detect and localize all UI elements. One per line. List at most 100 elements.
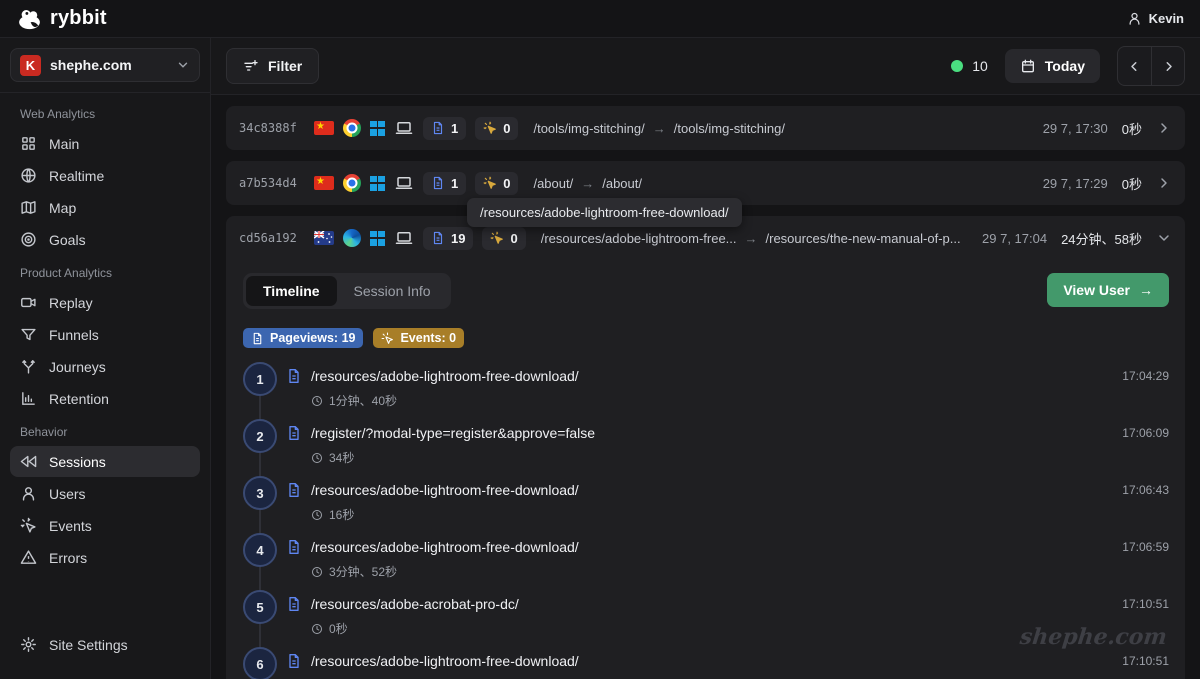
- prev-page-button[interactable]: [1118, 47, 1151, 85]
- pageview-doc-icon: [286, 653, 302, 669]
- split-arrows-icon: [20, 358, 37, 375]
- step-number: 5: [243, 590, 277, 624]
- chevron-right-icon[interactable]: [1156, 175, 1172, 191]
- session-id: a7b534d4: [239, 176, 305, 190]
- pageview-path[interactable]: /resources/adobe-acrobat-pro-dc/: [311, 596, 519, 612]
- flag-australia-icon: [314, 231, 334, 245]
- sidebar-item-events[interactable]: Events: [10, 510, 200, 541]
- pageview-path[interactable]: /resources/adobe-lightroom-free-download…: [311, 482, 579, 498]
- timeline-item: 6 /resources/adobe-lightroom-free-downlo…: [243, 645, 1169, 679]
- sidebar-item-label: Replay: [49, 295, 93, 311]
- sidebar-item-label: Retention: [49, 391, 109, 407]
- session-list: 34c8388f ★ 1 0: [211, 95, 1200, 679]
- brand[interactable]: rybbit: [16, 7, 107, 31]
- session-date: 29 7, 17:29: [1043, 176, 1108, 191]
- sidebar-item-map[interactable]: Map: [10, 192, 200, 223]
- pageview-time: 17:06:09: [1122, 426, 1169, 440]
- session-row[interactable]: 34c8388f ★ 1 0: [226, 106, 1185, 150]
- pageview-path[interactable]: /resources/adobe-lightroom-free-download…: [311, 539, 579, 555]
- chrome-icon: [343, 174, 361, 192]
- tab-timeline[interactable]: Timeline: [246, 276, 337, 306]
- sidebar-item-funnels[interactable]: Funnels: [10, 319, 200, 350]
- events-badge: Events: 0: [373, 328, 464, 348]
- sidebar-item-errors[interactable]: Errors: [10, 542, 200, 573]
- tab-session-info[interactable]: Session Info: [337, 276, 448, 306]
- pageviews-pill: 1: [423, 117, 466, 140]
- sidebar-item-label: Goals: [49, 232, 86, 248]
- clock-icon: [311, 509, 323, 521]
- pageview-path[interactable]: /resources/adobe-lightroom-free-download…: [311, 653, 579, 669]
- sidebar-item-retention[interactable]: Retention: [10, 383, 200, 414]
- arrow-right-icon: →: [745, 231, 758, 246]
- sidebar-item-replay[interactable]: Replay: [10, 287, 200, 318]
- filter-button[interactable]: Filter: [226, 48, 319, 84]
- sidebar-item-goals[interactable]: Goals: [10, 224, 200, 255]
- bar-chart-icon: [20, 390, 37, 407]
- sidebar-item-sessions[interactable]: Sessions: [10, 446, 200, 477]
- chevron-down-icon: [176, 58, 190, 72]
- sidebar-item-realtime[interactable]: Realtime: [10, 160, 200, 191]
- pageviews-badge: Pageviews: 19: [243, 328, 363, 348]
- path-tooltip: /resources/adobe-lightroom-free-download…: [467, 198, 742, 227]
- cursor-click-icon: [381, 332, 394, 345]
- pageview-duration: 34秒: [329, 449, 354, 466]
- date-range-label: Today: [1045, 58, 1085, 74]
- pageview-time: 17:04:29: [1122, 369, 1169, 383]
- globe-icon: [20, 167, 37, 184]
- gear-icon: [20, 636, 37, 653]
- entry-path: /tools/img-stitching/: [533, 121, 644, 136]
- sidebar-item-label: Funnels: [49, 327, 99, 343]
- windows-icon: [370, 121, 385, 136]
- rewind-icon: [20, 453, 37, 470]
- session-paths: /about/ → /about/: [533, 176, 642, 191]
- session-date: 29 7, 17:04: [982, 231, 1047, 246]
- detail-tabs: Timeline Session Info: [243, 273, 451, 309]
- view-user-button[interactable]: View User →: [1047, 273, 1169, 307]
- sidebar-item-label: Site Settings: [49, 637, 128, 653]
- exit-path: /resources/the-new-manual-of-p...: [766, 231, 961, 246]
- chevron-right-icon[interactable]: [1156, 120, 1172, 136]
- step-number: 1: [243, 362, 277, 396]
- sidebar-item-main[interactable]: Main: [10, 128, 200, 159]
- view-user-label: View User: [1063, 282, 1130, 298]
- live-count: 10: [972, 58, 988, 74]
- live-visitors: 10: [951, 58, 988, 74]
- user-menu[interactable]: Kevin: [1127, 11, 1184, 26]
- pageview-doc-icon: [251, 332, 264, 345]
- site-favicon: K: [20, 55, 41, 76]
- sidebar-item-site-settings[interactable]: Site Settings: [10, 629, 200, 660]
- events-pill: 0: [482, 227, 525, 250]
- sidebar-item-label: Events: [49, 518, 92, 534]
- next-page-button[interactable]: [1151, 47, 1184, 85]
- flag-china-icon: ★: [314, 121, 334, 135]
- funnel-icon: [20, 326, 37, 343]
- pageview-doc-icon: [286, 596, 302, 612]
- live-dot-icon: [951, 60, 963, 72]
- pageview-doc-icon: [286, 482, 302, 498]
- chevron-down-icon[interactable]: [1156, 230, 1172, 246]
- site-name: shephe.com: [50, 57, 132, 73]
- windows-icon: [370, 176, 385, 191]
- pageview-path[interactable]: /resources/adobe-lightroom-free-download…: [311, 368, 579, 384]
- pageview-path[interactable]: /register/?modal-type=register&approve=f…: [311, 425, 595, 441]
- main-content: Filter 10 Today: [211, 38, 1200, 679]
- date-range-button[interactable]: Today: [1005, 49, 1100, 83]
- session-row-expanded[interactable]: cd56a192 19 0: [226, 216, 1185, 679]
- flag-china-icon: ★: [314, 176, 334, 190]
- site-selector[interactable]: K shephe.com: [10, 48, 200, 82]
- section-label-web-analytics: Web Analytics: [20, 107, 190, 121]
- timeline-item: 2 /register/?modal-type=register&approve…: [243, 417, 1169, 474]
- entry-path: /about/: [533, 176, 573, 191]
- video-icon: [20, 294, 37, 311]
- user-icon: [20, 485, 37, 502]
- session-detail-panel: Timeline Session Info View User →: [226, 260, 1185, 679]
- step-number: 3: [243, 476, 277, 510]
- pageview-count: 19: [451, 231, 465, 246]
- session-duration: 0秒: [1122, 119, 1142, 138]
- sidebar-item-label: Map: [49, 200, 76, 216]
- sidebar-item-users[interactable]: Users: [10, 478, 200, 509]
- target-icon: [20, 231, 37, 248]
- arrow-right-icon: →: [653, 121, 666, 136]
- map-icon: [20, 199, 37, 216]
- sidebar-item-journeys[interactable]: Journeys: [10, 351, 200, 382]
